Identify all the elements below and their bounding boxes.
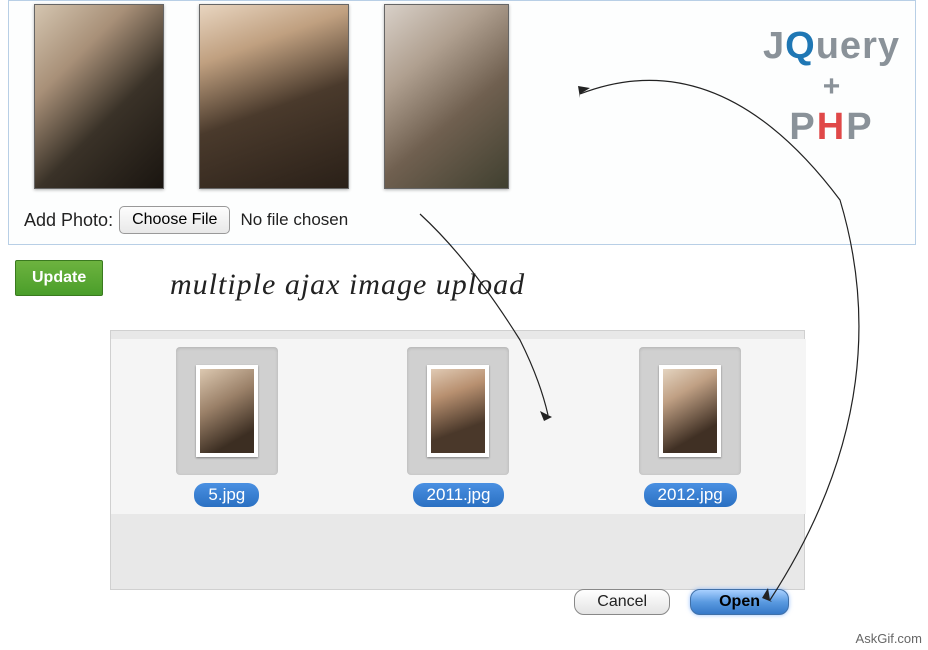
update-button[interactable]: Update: [15, 260, 103, 296]
add-photo-label: Add Photo:: [24, 210, 113, 231]
file-item[interactable]: 5.jpg: [176, 347, 278, 507]
thumbnail-image: [199, 4, 349, 189]
file-thumbnail-image: [659, 365, 721, 457]
file-thumbnail: [639, 347, 741, 475]
file-thumbnail-image: [196, 365, 258, 457]
file-item[interactable]: 2012.jpg: [639, 347, 741, 507]
dialog-buttons: Cancel Open: [574, 589, 789, 615]
watermark: AskGif.com: [856, 631, 922, 646]
file-name-label: 2011.jpg: [413, 483, 505, 507]
add-photo-row: Add Photo: Choose File No file chosen: [24, 206, 348, 234]
annotation-text: multiple ajax image upload: [170, 268, 525, 302]
file-name-label: 5.jpg: [194, 483, 259, 507]
logo-jquery: JQuery: [763, 25, 900, 68]
thumbnail-image: [384, 4, 509, 189]
file-name-label: 2012.jpg: [644, 483, 737, 507]
cancel-button[interactable]: Cancel: [574, 589, 670, 615]
file-chooser-dialog: 5.jpg 2011.jpg 2012.jpg Cancel Open: [110, 330, 805, 590]
logo-plus: +: [763, 70, 900, 104]
file-thumbnail: [176, 347, 278, 475]
choose-file-button[interactable]: Choose File: [119, 206, 230, 234]
file-thumbnail-image: [427, 365, 489, 457]
thumbnail-image: [34, 4, 164, 189]
open-button[interactable]: Open: [690, 589, 789, 615]
logo: JQuery + PHP: [763, 25, 900, 149]
file-thumbnail: [407, 347, 509, 475]
no-file-text: No file chosen: [240, 210, 348, 230]
logo-php: PHP: [763, 106, 900, 149]
thumbnails-row: [34, 4, 509, 189]
file-item[interactable]: 2011.jpg: [407, 347, 509, 507]
file-list: 5.jpg 2011.jpg 2012.jpg: [111, 339, 806, 514]
